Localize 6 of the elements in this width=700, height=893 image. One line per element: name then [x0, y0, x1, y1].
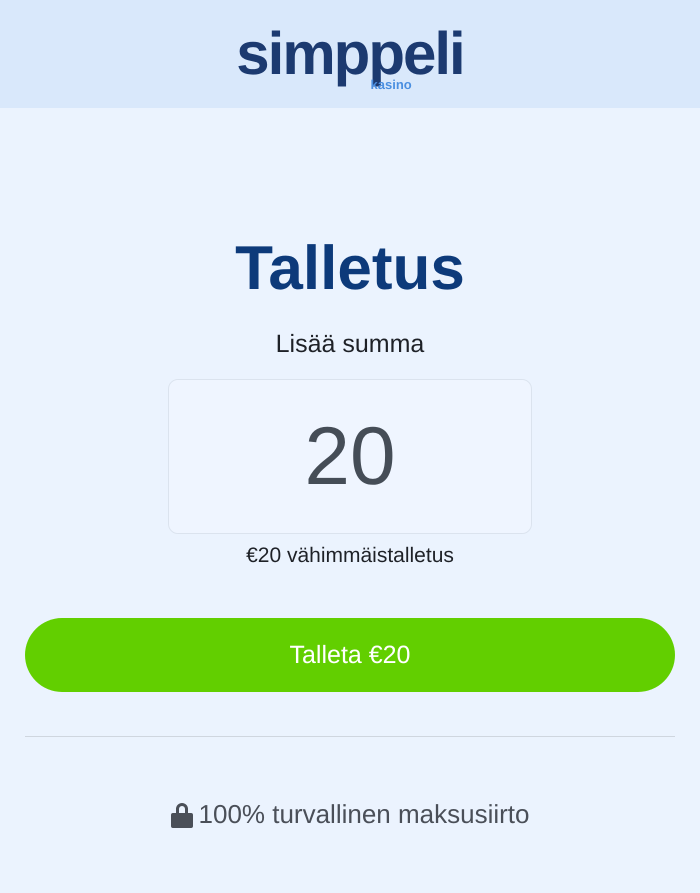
security-note: 100% turvallinen maksusiirto	[198, 799, 530, 830]
amount-label: Lisää summa	[276, 330, 424, 359]
lock-icon	[170, 802, 193, 828]
minimum-note: €20 vähimmäistalletus	[246, 544, 454, 568]
amount-field[interactable]: 20	[168, 379, 532, 534]
page-title: Talletus	[235, 238, 465, 300]
